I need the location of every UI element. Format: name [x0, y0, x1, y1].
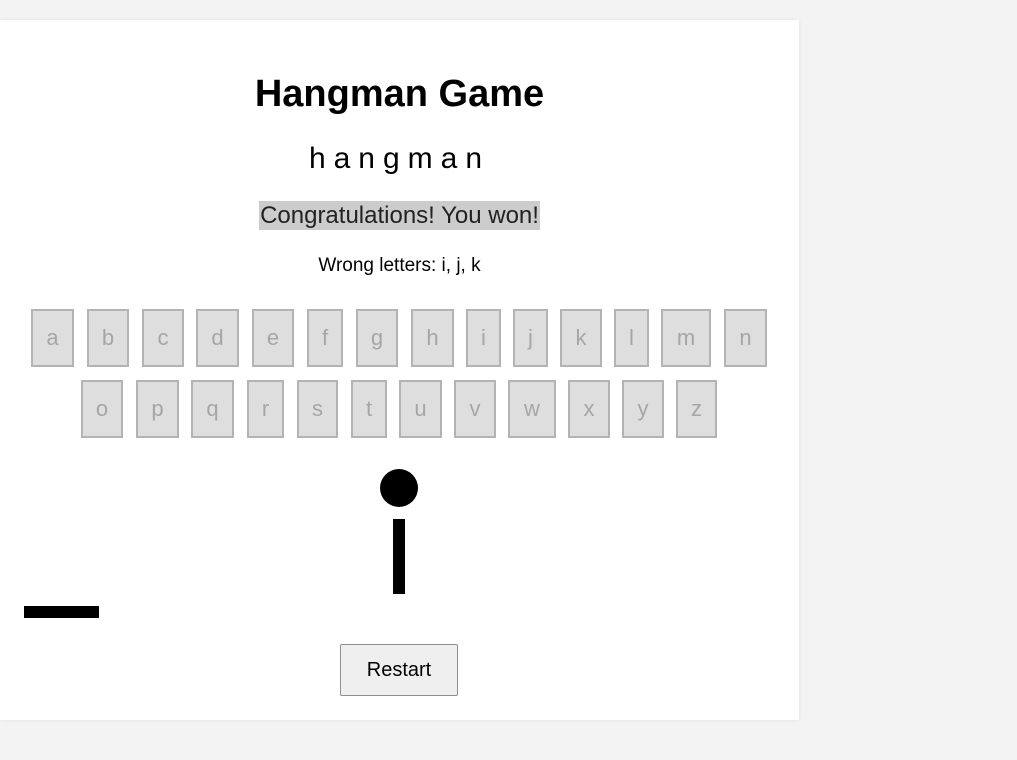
- letter-key[interactable]: k: [560, 309, 602, 367]
- letter-key[interactable]: s: [297, 380, 338, 438]
- wrong-letters: Wrong letters: i, j, k: [318, 255, 481, 276]
- letter-key[interactable]: e: [252, 309, 294, 367]
- gallows-base: [24, 606, 99, 618]
- letter-key[interactable]: v: [454, 380, 496, 438]
- letter-key[interactable]: t: [351, 380, 387, 438]
- word-display: hangman: [308, 142, 491, 175]
- letter-key[interactable]: z: [676, 380, 717, 438]
- letter-key[interactable]: y: [622, 380, 664, 438]
- letter-key[interactable]: x: [568, 380, 610, 438]
- page-title: Hangman Game: [254, 73, 545, 115]
- letter-key[interactable]: h: [411, 309, 454, 367]
- letter-key[interactable]: u: [399, 380, 442, 438]
- letter-key[interactable]: n: [724, 309, 767, 367]
- letter-key[interactable]: p: [136, 380, 179, 438]
- letter-key[interactable]: a: [31, 309, 74, 367]
- status-message-container: Congratulations! You won!: [0, 201, 799, 230]
- letter-key[interactable]: l: [614, 309, 649, 367]
- letter-key[interactable]: j: [513, 309, 548, 367]
- hangman-head: [380, 469, 418, 507]
- letter-key[interactable]: i: [466, 309, 501, 367]
- letter-key[interactable]: q: [191, 380, 234, 438]
- game-card: [0, 20, 799, 720]
- letter-key[interactable]: g: [356, 309, 398, 367]
- letter-key[interactable]: f: [307, 309, 343, 367]
- letter-key[interactable]: c: [142, 309, 184, 367]
- letter-key[interactable]: o: [81, 380, 123, 438]
- hangman-body: [393, 519, 405, 594]
- restart-button[interactable]: Restart: [340, 644, 458, 696]
- letter-key[interactable]: m: [661, 309, 711, 367]
- status-message: Congratulations! You won!: [259, 201, 540, 230]
- letter-key[interactable]: w: [508, 380, 556, 438]
- letter-key[interactable]: d: [196, 309, 239, 367]
- letter-key[interactable]: r: [247, 380, 284, 438]
- letter-key[interactable]: b: [87, 309, 129, 367]
